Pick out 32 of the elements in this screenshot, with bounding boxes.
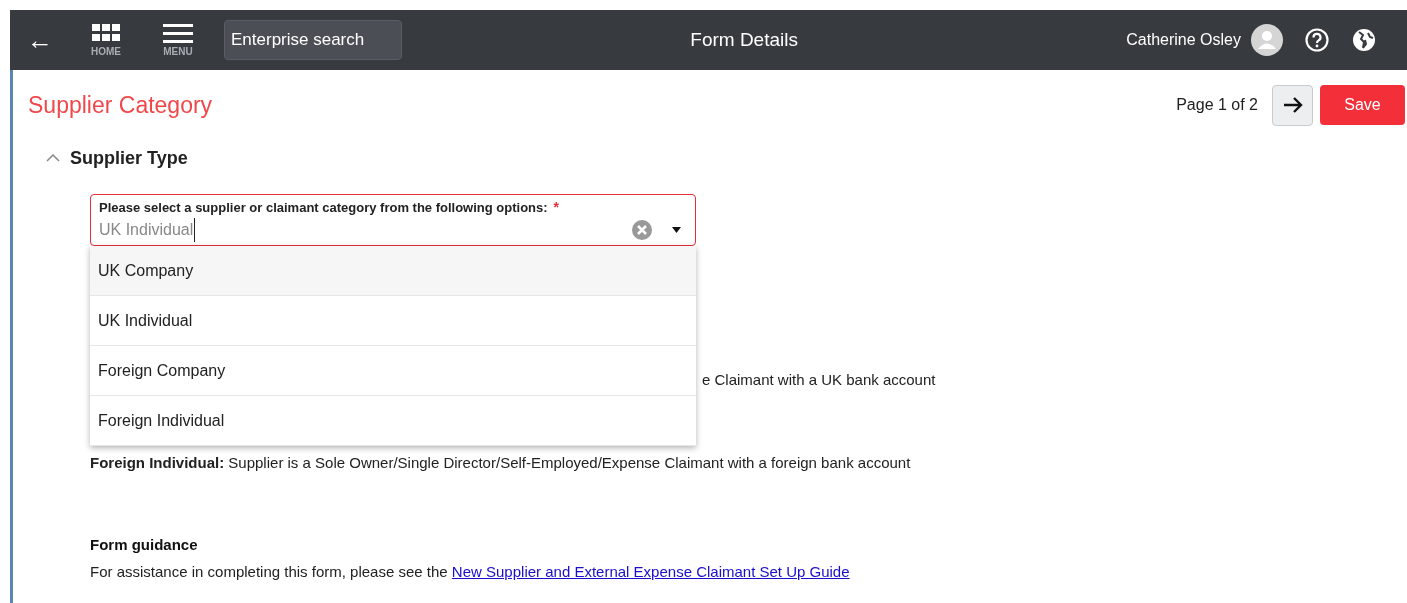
section-title: Supplier Type [70,146,188,170]
field-label: Please select a supplier or claimant category from the following options: [99,199,548,217]
dropdown-option[interactable]: UK Individual [90,296,696,346]
next-page-button[interactable] [1272,84,1313,126]
menu-icon [163,23,193,43]
nav-button[interactable]: HOME [70,23,142,57]
arrow-right-icon [1282,96,1303,114]
back-button[interactable]: ← [10,27,70,53]
dropdown-option[interactable]: UK Company [90,246,696,296]
guidance-text: For assistance in completing this form, please see the New Supplier and External Expense Claimant Set Up Guide [90,561,851,582]
search-field[interactable]: Enterprise search [224,20,402,60]
chevron-icon [46,154,60,162]
category-description: e Claimant with a UK bank account [702,371,936,388]
dropdown-option[interactable]: Foreign Company [90,346,696,396]
user-name: Catherine Osley [1126,30,1241,50]
nav-button[interactable]: MENU [142,23,214,57]
required-mark: * [553,198,560,217]
category-description: Foreign Individual: Supplier is a Sole Owner/Single Director/Self-Employed/Expense Claimant with a foreign bank account [90,454,911,471]
guidance-title: Form guidance [90,535,199,555]
page-title: Supplier Category [28,90,214,120]
dropdown-option[interactable]: Foreign Individual [90,396,696,446]
page-indicator: Page 1 of 2 [1176,95,1258,115]
guide-link[interactable]: New Supplier and External Expense Claimant Set Up Guide [451,562,850,580]
clear-icon[interactable] [632,220,652,240]
grid-icon [91,23,121,43]
dropdown-caret-icon[interactable] [672,227,681,233]
avatar-icon[interactable] [1251,24,1283,56]
save-button[interactable]: Save [1320,85,1405,125]
field-value: UK Individual [99,218,196,242]
globe-icon[interactable] [1353,29,1375,51]
help-icon[interactable] [1305,28,1329,52]
window-title: Form Details [690,27,798,52]
